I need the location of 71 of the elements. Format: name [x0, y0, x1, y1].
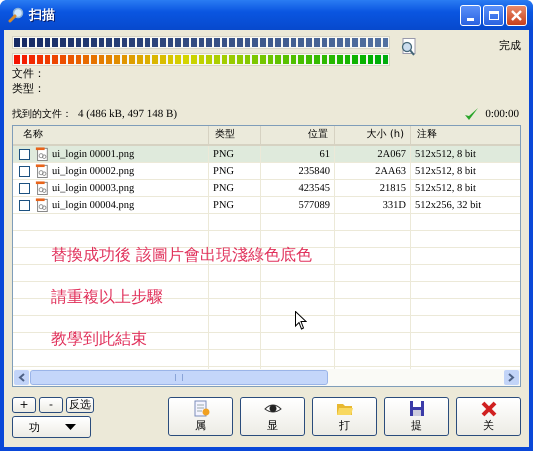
- checkmark-icon: [464, 107, 480, 121]
- image-file-icon: [35, 198, 49, 212]
- column-header[interactable]: 名称: [13, 126, 209, 144]
- table-cell: 423545: [298, 182, 330, 194]
- horizontal-scrollbar[interactable]: [13, 369, 520, 386]
- close-button[interactable]: 关: [456, 397, 521, 436]
- table-cell: PNG: [213, 182, 234, 194]
- table-cell: 512x512, 8 bit: [415, 182, 476, 194]
- caret-icon: [65, 424, 76, 430]
- table-cell: PNG: [213, 148, 234, 160]
- found-files-value: 4 (486 kB, 497 148 B): [78, 108, 177, 120]
- table-cell: 235840: [298, 166, 330, 176]
- image-file-icon: [35, 181, 49, 195]
- table-cell: 21815: [380, 182, 406, 194]
- table-cell: 2AA63: [375, 166, 406, 176]
- checkbox[interactable]: [19, 182, 30, 194]
- checkbox[interactable]: [19, 166, 30, 176]
- select-all-button[interactable]: +: [12, 397, 36, 413]
- maximize-button[interactable]: [483, 4, 504, 26]
- table-cell: 512x512, 8 bit: [415, 166, 476, 176]
- close-icon: [510, 8, 523, 22]
- annotation-text: 教學到此結束: [51, 328, 148, 349]
- window-title: 扫描: [29, 7, 55, 24]
- table-cell: PNG: [213, 166, 234, 176]
- field-label: 文件：: [12, 66, 46, 81]
- open-button[interactable]: 打: [312, 397, 377, 436]
- mouse-pointer-icon: [295, 311, 307, 330]
- properties-button[interactable]: 属: [168, 397, 233, 436]
- deselect-button[interactable]: -: [39, 397, 63, 413]
- table-cell: 61: [320, 148, 330, 160]
- magnifier-icon: [400, 38, 416, 56]
- scroll-left-button[interactable]: [14, 370, 29, 385]
- extract-button[interactable]: 提: [384, 397, 449, 436]
- document-icon: [192, 400, 210, 417]
- table-cell: ui_login 00004.png: [52, 200, 134, 210]
- table-cell: 577089: [298, 200, 330, 210]
- close-icon: [480, 400, 498, 417]
- image-file-icon: [35, 164, 49, 178]
- elapsed-time: 0:00:00: [485, 108, 519, 120]
- checkbox[interactable]: [19, 200, 30, 210]
- table-cell: 2A067: [377, 148, 406, 160]
- table-cell: 331D: [382, 200, 406, 210]
- image-file-icon: [35, 147, 49, 161]
- column-header[interactable]: 位置: [261, 126, 335, 144]
- annotation-text: 請重複以上步驟: [51, 286, 164, 307]
- found-files-label: 找到的文件：: [12, 108, 72, 121]
- function-dropdown[interactable]: 功: [12, 416, 91, 438]
- table-cell: PNG: [213, 200, 234, 210]
- status-text: 完成: [499, 38, 521, 53]
- table-row[interactable]: ui_login 00001.png PNG 61 2A067 512x512, 8 bit: [13, 146, 520, 163]
- checkbox[interactable]: [19, 148, 30, 160]
- table-cell: 512x512, 8 bit: [415, 148, 476, 160]
- close-button[interactable]: [506, 4, 527, 26]
- annotation-text: 替換成功後 該圖片會出現淺綠色底色: [51, 244, 312, 265]
- view-button[interactable]: 显: [240, 397, 305, 436]
- field-label: 类型：: [12, 81, 46, 96]
- column-header[interactable]: 类型: [209, 126, 261, 144]
- column-header[interactable]: 大小 (h): [335, 126, 411, 144]
- column-header[interactable]: 注释: [411, 126, 520, 144]
- scroll-right-button[interactable]: [504, 370, 519, 385]
- table-row[interactable]: ui_login 00002.png PNG 235840 2AA63 512x512, 8 bit: [13, 163, 520, 180]
- table-cell: ui_login 00003.png: [52, 182, 134, 194]
- invert-selection-button[interactable]: 反选: [66, 397, 94, 413]
- minimize-button[interactable]: [460, 4, 481, 26]
- table-cell: 512x256, 32 bit: [415, 200, 482, 210]
- table-row[interactable]: ui_login 00004.png PNG 577089 331D 512x256, 32 bit: [13, 197, 520, 214]
- table-cell: ui_login 00001.png: [52, 148, 134, 160]
- scrollbar-thumb[interactable]: [30, 370, 328, 385]
- table-row[interactable]: ui_login 00003.png PNG 423545 21815 512x512, 8 bit: [13, 180, 520, 197]
- table-cell: ui_login 00002.png: [52, 166, 134, 176]
- magnifier-icon: [8, 7, 24, 23]
